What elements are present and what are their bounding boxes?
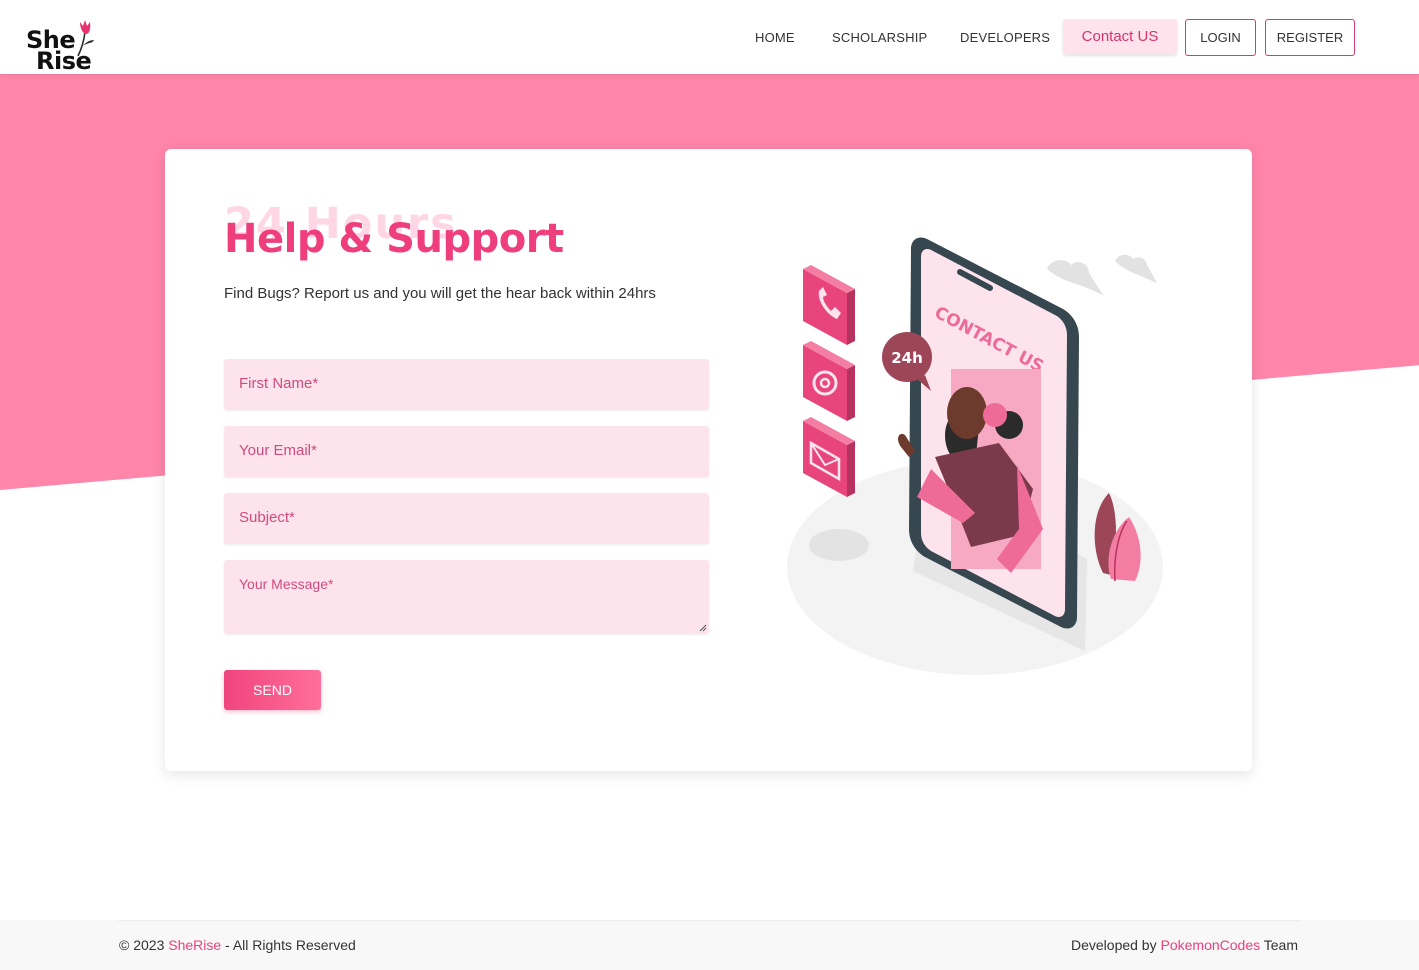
headphone-icon bbox=[983, 403, 1007, 427]
register-button[interactable]: REGISTER bbox=[1265, 19, 1355, 56]
login-button[interactable]: LOGIN bbox=[1185, 19, 1256, 56]
heading-block: 24 Hours Help & Support bbox=[224, 199, 744, 269]
copyright-brand-link[interactable]: SheRise bbox=[168, 937, 221, 953]
page-subtitle: Find Bugs? Report us and you will get th… bbox=[224, 285, 656, 302]
nav-home[interactable]: HOME bbox=[755, 19, 795, 56]
phone-contact-icon bbox=[803, 265, 855, 345]
at-icon bbox=[803, 341, 855, 421]
copyright-suffix: - All Rights Reserved bbox=[221, 937, 356, 953]
site-footer: © 2023 SheRise - All Rights Reserved Dev… bbox=[0, 920, 1419, 970]
nav-scholarship[interactable]: SCHOLARSHIP bbox=[832, 19, 927, 56]
developer-link[interactable]: PokemonCodes bbox=[1161, 937, 1261, 953]
copyright-text: © 2023 SheRise - All Rights Reserved bbox=[119, 937, 356, 953]
first-name-placeholder: First Name* bbox=[239, 375, 319, 392]
subject-placeholder: Subject* bbox=[239, 509, 295, 526]
developer-credit: Developed by PokemonCodes Team bbox=[1071, 937, 1298, 953]
developed-prefix: Developed by bbox=[1070, 937, 1161, 953]
developed-suffix: Team bbox=[1260, 937, 1298, 953]
resize-grip-icon[interactable] bbox=[699, 624, 707, 632]
message-placeholder: Your Message* bbox=[239, 576, 334, 592]
copyright-prefix: © 2023 bbox=[119, 937, 169, 953]
cloud-icon bbox=[1047, 254, 1157, 295]
email-field[interactable]: Your Email* bbox=[224, 426, 709, 477]
nav-contact-us[interactable]: Contact US bbox=[1063, 19, 1177, 54]
envelope-icon bbox=[803, 417, 855, 497]
first-name-field[interactable]: First Name* bbox=[224, 359, 709, 410]
site-header: She Rise HOME SCHOLARSHIP DEVELOPERS Con… bbox=[0, 0, 1419, 74]
floor-spot bbox=[809, 529, 869, 561]
contact-us-illustration: CONTACT US 24h bbox=[787, 237, 1163, 675]
bubble-text: 24h bbox=[891, 349, 923, 367]
main-nav: HOME SCHOLARSHIP DEVELOPERS Contact US L… bbox=[0, 19, 1419, 56]
support-card: 24 Hours Help & Support Find Bugs? Repor… bbox=[165, 149, 1252, 771]
face bbox=[947, 387, 987, 439]
send-button[interactable]: SEND bbox=[224, 670, 321, 710]
nav-developers[interactable]: DEVELOPERS bbox=[960, 19, 1050, 56]
message-textarea[interactable]: Your Message* bbox=[224, 560, 709, 634]
subject-field[interactable]: Subject* bbox=[224, 493, 709, 544]
email-placeholder: Your Email* bbox=[239, 442, 317, 459]
footer-divider bbox=[118, 920, 1300, 921]
page-title: Help & Support bbox=[224, 216, 564, 262]
